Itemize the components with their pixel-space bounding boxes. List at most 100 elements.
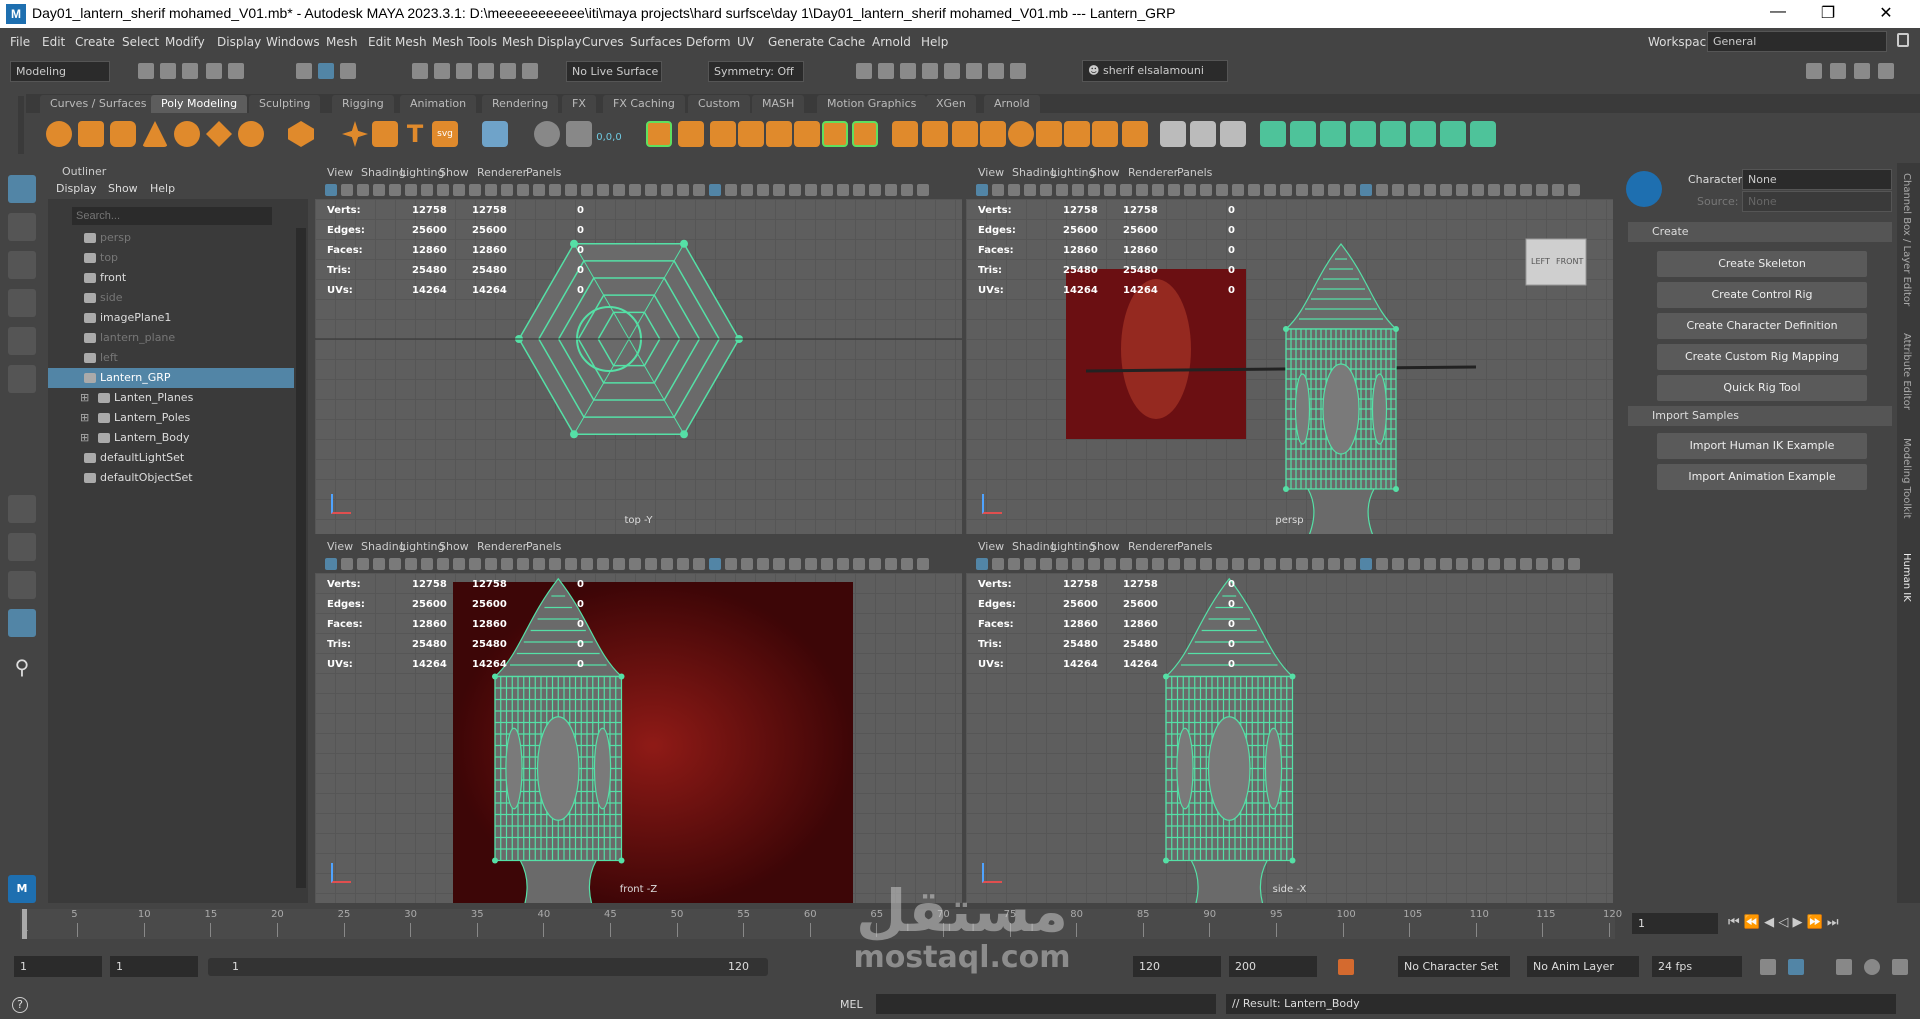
side-tab-modeling-toolkit[interactable]: Modeling Toolkit	[1901, 438, 1912, 519]
shelf-tab-poly-modeling[interactable]: Poly Modeling	[151, 95, 248, 113]
viewport-toolbar-icon[interactable]	[341, 558, 353, 570]
viewport-persp[interactable]: View Shading Lighting Show Renderer Panels Ver…	[966, 163, 1613, 534]
menu-set-select[interactable]: Modeling	[10, 61, 110, 82]
viewport-toolbar-icon[interactable]	[709, 184, 721, 196]
viewport-toolbar-icon[interactable]	[373, 184, 385, 196]
viewport-toolbar-icon[interactable]	[485, 558, 497, 570]
uv-auto-icon[interactable]	[1380, 121, 1406, 147]
render-frame-icon[interactable]	[878, 63, 894, 79]
poly-cone-icon[interactable]	[142, 121, 168, 147]
viewport-toolbar-icon[interactable]	[485, 184, 497, 196]
viewport-toolbar-icon[interactable]	[1264, 558, 1276, 570]
menu-generate[interactable]: Generate	[768, 35, 824, 49]
viewport-toolbar-icon[interactable]	[725, 184, 737, 196]
viewport-toolbar-icon[interactable]	[1456, 184, 1468, 196]
viewport-toolbar-icon[interactable]	[1488, 558, 1500, 570]
viewport-toolbar-icon[interactable]	[517, 184, 529, 196]
snap-curve-icon[interactable]	[434, 63, 450, 79]
new-scene-icon[interactable]	[138, 63, 154, 79]
chamfer-icon[interactable]	[1122, 121, 1148, 147]
viewport-menu-show[interactable]: Show	[1090, 166, 1120, 179]
viewport-toolbar-icon[interactable]	[1216, 558, 1228, 570]
paint-select-icon[interactable]	[566, 121, 592, 147]
uv-spherical-icon[interactable]	[1350, 121, 1376, 147]
viewport-toolbar-icon[interactable]	[1200, 184, 1212, 196]
viewport-toolbar-icon[interactable]	[773, 558, 785, 570]
view-cube-front[interactable]: FRONT	[1556, 257, 1583, 266]
viewport-toolbar-icon[interactable]	[1168, 558, 1180, 570]
restore-icon[interactable]: ❐	[1808, 3, 1848, 23]
viewport-toolbar-icon[interactable]	[661, 558, 673, 570]
viewport-menu-show[interactable]: Show	[439, 166, 469, 179]
close-icon[interactable]: ✕	[1866, 3, 1906, 23]
outliner-item[interactable]: defaultLightSet	[48, 448, 294, 468]
viewport-menu-view[interactable]: View	[978, 540, 1004, 553]
viewport-menu-view[interactable]: View	[327, 540, 353, 553]
viewport-menu-shading[interactable]: Shading	[361, 540, 406, 553]
viewport-toolbar-icon[interactable]	[581, 558, 593, 570]
viewport-toolbar-icon[interactable]	[1232, 558, 1244, 570]
target-weld-icon[interactable]	[1190, 121, 1216, 147]
four-view-layout-icon[interactable]	[8, 533, 36, 561]
menu-display[interactable]: Display	[217, 35, 261, 49]
wedge-icon[interactable]	[1064, 121, 1090, 147]
select-component-icon[interactable]	[340, 63, 356, 79]
go-to-start-icon[interactable]: ⏮	[1728, 915, 1740, 930]
viewport-toolbar-icon[interactable]	[1424, 184, 1436, 196]
render-settings-icon[interactable]	[922, 63, 938, 79]
viewport-toolbar-icon[interactable]	[901, 558, 913, 570]
select-hierarchy-icon[interactable]	[296, 63, 312, 79]
viewport-front[interactable]: View Shading Lighting Show Renderer Panels Ver…	[315, 537, 962, 903]
outliner-item[interactable]: top	[48, 248, 294, 268]
viewport-toolbar-icon[interactable]	[1296, 184, 1308, 196]
workspace-select[interactable]: General	[1707, 31, 1887, 52]
viewport-menu-show[interactable]: Show	[1090, 540, 1120, 553]
viewport-toolbar-icon[interactable]	[405, 184, 417, 196]
viewport-toolbar-icon[interactable]	[992, 558, 1004, 570]
viewport-toolbar-icon[interactable]	[1152, 184, 1164, 196]
menu-edit[interactable]: Edit	[42, 35, 65, 49]
timeline-ruler[interactable]: 1510152025303540455055606570758085909510…	[20, 909, 1622, 939]
menu-mesh-display[interactable]: Mesh Display	[502, 35, 582, 49]
super-shape-icon[interactable]	[342, 121, 368, 147]
viewport-toolbar-icon[interactable]	[469, 558, 481, 570]
viewport-menu-renderer[interactable]: Renderer	[1128, 540, 1178, 553]
outliner-item[interactable]: ⊞ Lantern_Body	[48, 428, 294, 448]
viewport-toolbar-icon[interactable]	[1328, 558, 1340, 570]
viewport-toolbar-icon[interactable]	[1184, 184, 1196, 196]
viewport-toolbar-icon[interactable]	[1568, 184, 1580, 196]
menu-modify[interactable]: Modify	[165, 35, 205, 49]
viewport-toolbar-icon[interactable]	[549, 558, 561, 570]
viewport-toolbar-icon[interactable]	[1184, 558, 1196, 570]
uv-cylindrical-icon[interactable]	[1320, 121, 1346, 147]
outliner-layout-icon[interactable]	[8, 609, 36, 637]
source-select[interactable]: None	[1742, 191, 1892, 212]
viewport-toolbar-icon[interactable]	[1056, 184, 1068, 196]
viewport-toolbar-icon[interactable]	[325, 184, 337, 196]
attribute-editor-icon[interactable]	[1830, 63, 1846, 79]
expand-icon[interactable]: ⊞	[80, 388, 89, 408]
step-forward-key-icon[interactable]: ⏩	[1807, 915, 1823, 930]
viewport-toolbar-icon[interactable]	[821, 558, 833, 570]
paint-select-tool-icon[interactable]	[8, 251, 36, 279]
menu-uv[interactable]: UV	[737, 35, 754, 49]
viewport-toolbar-icon[interactable]	[341, 184, 353, 196]
viewport-toolbar-icon[interactable]	[1552, 184, 1564, 196]
play-forward-icon[interactable]: ▶	[1792, 915, 1802, 930]
arnold-render-icon[interactable]	[988, 63, 1004, 79]
measure-tool-icon[interactable]	[534, 121, 560, 147]
viewport-toolbar-icon[interactable]	[661, 184, 673, 196]
menu-surfaces[interactable]: Surfaces	[630, 35, 682, 49]
snap-point-icon[interactable]	[456, 63, 472, 79]
viewport-toolbar-icon[interactable]	[517, 558, 529, 570]
rotate-tool-icon[interactable]	[8, 327, 36, 355]
viewport-menu-renderer[interactable]: Renderer	[477, 540, 527, 553]
viewport-toolbar-icon[interactable]	[1344, 558, 1356, 570]
merge-icon[interactable]	[1036, 121, 1062, 147]
viewport-toolbar-icon[interactable]	[389, 558, 401, 570]
help-icon[interactable]: ?	[12, 997, 28, 1013]
viewport-toolbar-icon[interactable]	[1072, 558, 1084, 570]
viewport-toolbar-icon[interactable]	[1264, 184, 1276, 196]
viewport-toolbar-icon[interactable]	[1024, 558, 1036, 570]
viewport-menu-shading[interactable]: Shading	[1012, 166, 1057, 179]
